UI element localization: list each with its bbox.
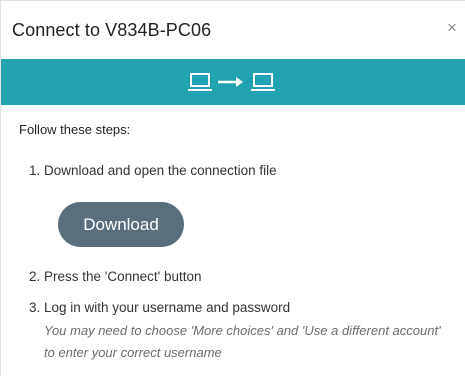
step-3-note: You may need to choose 'More choices' an…	[44, 323, 441, 360]
step-3-text: 3. Log in with your username and passwor…	[29, 300, 291, 315]
dialog-header: Connect to V834B-PC06 ×	[1, 1, 465, 59]
steps-heading: Follow these steps:	[19, 122, 131, 137]
arrow-right-icon	[218, 77, 243, 87]
dialog-title: Connect to V834B-PC06	[12, 19, 212, 40]
close-icon[interactable]: ×	[445, 19, 459, 36]
connect-dialog: Connect to V834B-PC06 × Follow these ste…	[0, 0, 465, 376]
connection-banner	[1, 59, 465, 105]
computer-icon	[188, 73, 212, 91]
connection-illustration	[188, 73, 275, 91]
step-2-text: 2. Press the 'Connect' button	[29, 269, 202, 284]
step-1-text: 1. Download and open the connection file	[29, 163, 277, 178]
instructions: Follow these steps:	[1, 105, 465, 141]
download-button[interactable]: Download	[58, 202, 184, 247]
computer-icon	[251, 73, 275, 91]
